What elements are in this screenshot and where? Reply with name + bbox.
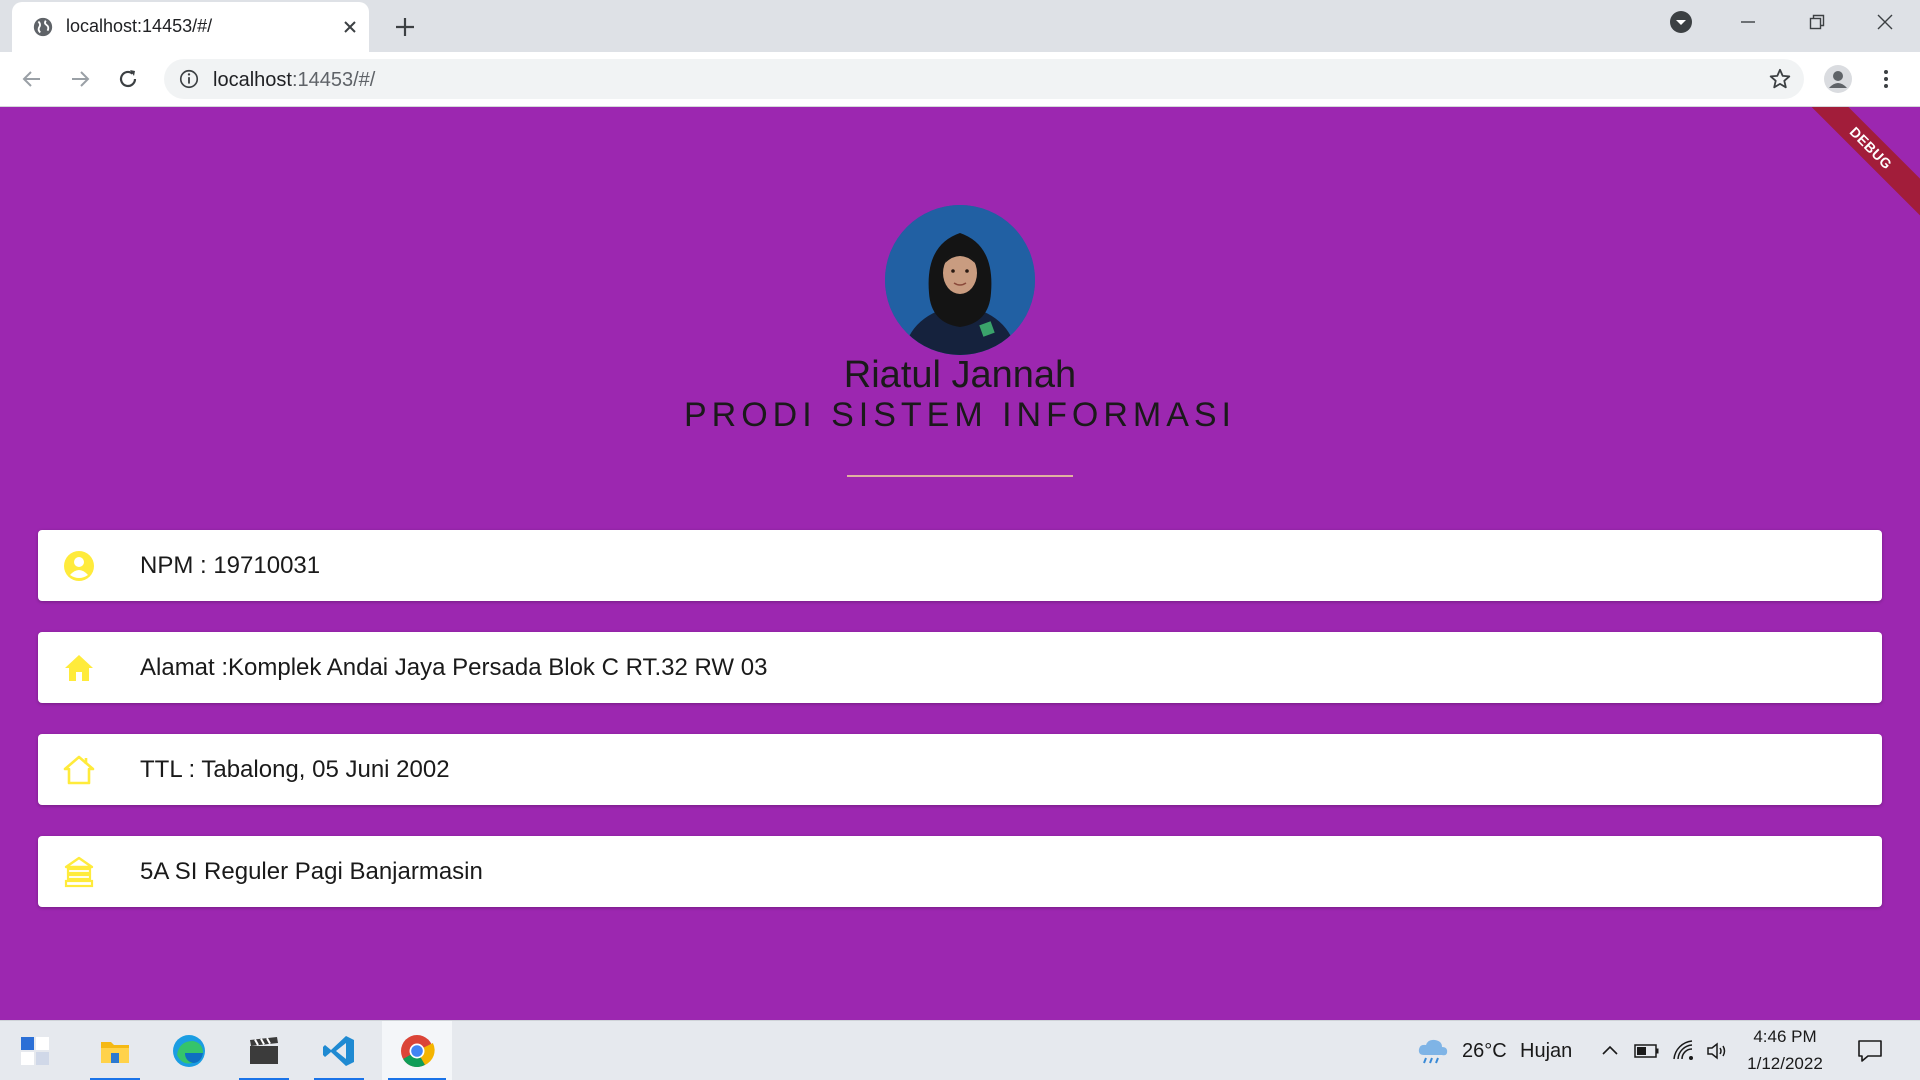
- browser-tab-strip: localhost:14453/#/: [0, 0, 1920, 52]
- card-text: Alamat :Komplek Andai Jaya Persada Blok …: [140, 654, 768, 681]
- taskbar-vscode[interactable]: [308, 1021, 370, 1080]
- browser-toolbar: localhost:14453/#/: [0, 52, 1920, 107]
- section-divider: [847, 475, 1073, 477]
- weather-temperature[interactable]: 26°C: [1462, 1040, 1507, 1063]
- windows-taskbar: 26°C Hujan 4:46 PM 1/12/2022: [0, 1020, 1920, 1080]
- info-card-npm: NPM : 19710031: [38, 530, 1882, 601]
- edge-icon: [173, 1035, 205, 1067]
- battery-icon[interactable]: [1634, 1040, 1660, 1062]
- weather-rain-icon[interactable]: [1416, 1037, 1450, 1067]
- app-canvas: DEBUG Riatul Jannah PRODI SISTEM INFORMA…: [0, 107, 1920, 1020]
- close-icon: [1877, 14, 1893, 30]
- close-window-button[interactable]: [1852, 0, 1918, 44]
- profile-photo: [885, 205, 1035, 355]
- file-explorer-icon: [101, 1042, 129, 1063]
- address-url[interactable]: localhost:14453/#/: [213, 69, 375, 92]
- weather-condition[interactable]: Hujan: [1520, 1040, 1572, 1063]
- minimize-icon: [1741, 21, 1755, 23]
- card-text: 5A SI Reguler Pagi Banjarmasin: [140, 858, 483, 885]
- arrow-right-icon: [72, 71, 90, 87]
- url-host: localhost: [213, 69, 292, 91]
- bookmark-star-icon[interactable]: [1768, 67, 1792, 91]
- back-button[interactable]: [14, 61, 50, 97]
- new-tab-button[interactable]: [390, 12, 420, 42]
- notification-icon[interactable]: [1856, 1037, 1884, 1065]
- account-icon: [1824, 65, 1852, 93]
- restore-icon: [1809, 14, 1825, 30]
- info-icon[interactable]: [178, 68, 200, 90]
- chrome-icon: [401, 1035, 435, 1068]
- card-text: TTL : Tabalong, 05 Juni 2002: [140, 756, 450, 783]
- reload-button[interactable]: [110, 61, 146, 97]
- profile-name: Riatul Jannah: [843, 354, 1077, 396]
- forward-button[interactable]: [62, 61, 98, 97]
- profile-study-program: PRODI SISTEM INFORMASI: [683, 396, 1237, 434]
- clock-date[interactable]: 1/12/2022: [1740, 1054, 1830, 1074]
- account-circle-icon: [64, 551, 94, 581]
- taskbar-file-explorer[interactable]: [84, 1021, 146, 1080]
- start-button[interactable]: [4, 1021, 66, 1080]
- vscode-icon: [323, 1036, 354, 1066]
- arrow-left-icon: [22, 71, 40, 87]
- tab-close-button[interactable]: [338, 15, 362, 39]
- home-outline-icon: [63, 755, 95, 785]
- browser-tab-active[interactable]: localhost:14453/#/: [12, 2, 369, 52]
- plus-icon: [396, 18, 414, 36]
- taskbar-edge[interactable]: [158, 1021, 220, 1080]
- reload-icon: [119, 70, 137, 88]
- info-card-address: Alamat :Komplek Andai Jaya Persada Blok …: [38, 632, 1882, 703]
- tab-search-button[interactable]: [1648, 0, 1714, 44]
- more-vert-icon: [1884, 70, 1888, 88]
- chevron-up-icon[interactable]: [1600, 1041, 1620, 1061]
- close-icon: [344, 21, 356, 33]
- clock-time[interactable]: 4:46 PM: [1740, 1027, 1830, 1047]
- card-text: NPM : 19710031: [140, 552, 321, 579]
- globe-icon: [33, 17, 53, 37]
- video-editor-icon: [250, 1037, 278, 1064]
- home-icon: [65, 655, 93, 681]
- chevron-down-circle-icon: [1670, 11, 1692, 33]
- url-path: :14453/#/: [291, 69, 376, 91]
- tab-title: localhost:14453/#/: [66, 16, 213, 36]
- start-icon: [21, 1037, 49, 1065]
- debug-banner: DEBUG: [1794, 107, 1920, 225]
- restore-button[interactable]: [1784, 0, 1850, 44]
- info-card-class: 5A SI Reguler Pagi Banjarmasin: [38, 836, 1882, 907]
- wifi-icon[interactable]: [1672, 1039, 1696, 1063]
- menu-button[interactable]: [1868, 61, 1904, 97]
- minimize-button[interactable]: [1715, 0, 1781, 44]
- volume-icon[interactable]: [1705, 1039, 1729, 1063]
- taskbar-video-editor[interactable]: [233, 1021, 295, 1080]
- info-card-birth: TTL : Tabalong, 05 Juni 2002: [38, 734, 1882, 805]
- profile-avatar: [885, 205, 1035, 355]
- profile-button[interactable]: [1820, 61, 1856, 97]
- address-bar[interactable]: localhost:14453/#/: [164, 59, 1804, 99]
- taskbar-chrome[interactable]: [382, 1021, 452, 1080]
- school-building-icon: [64, 856, 94, 888]
